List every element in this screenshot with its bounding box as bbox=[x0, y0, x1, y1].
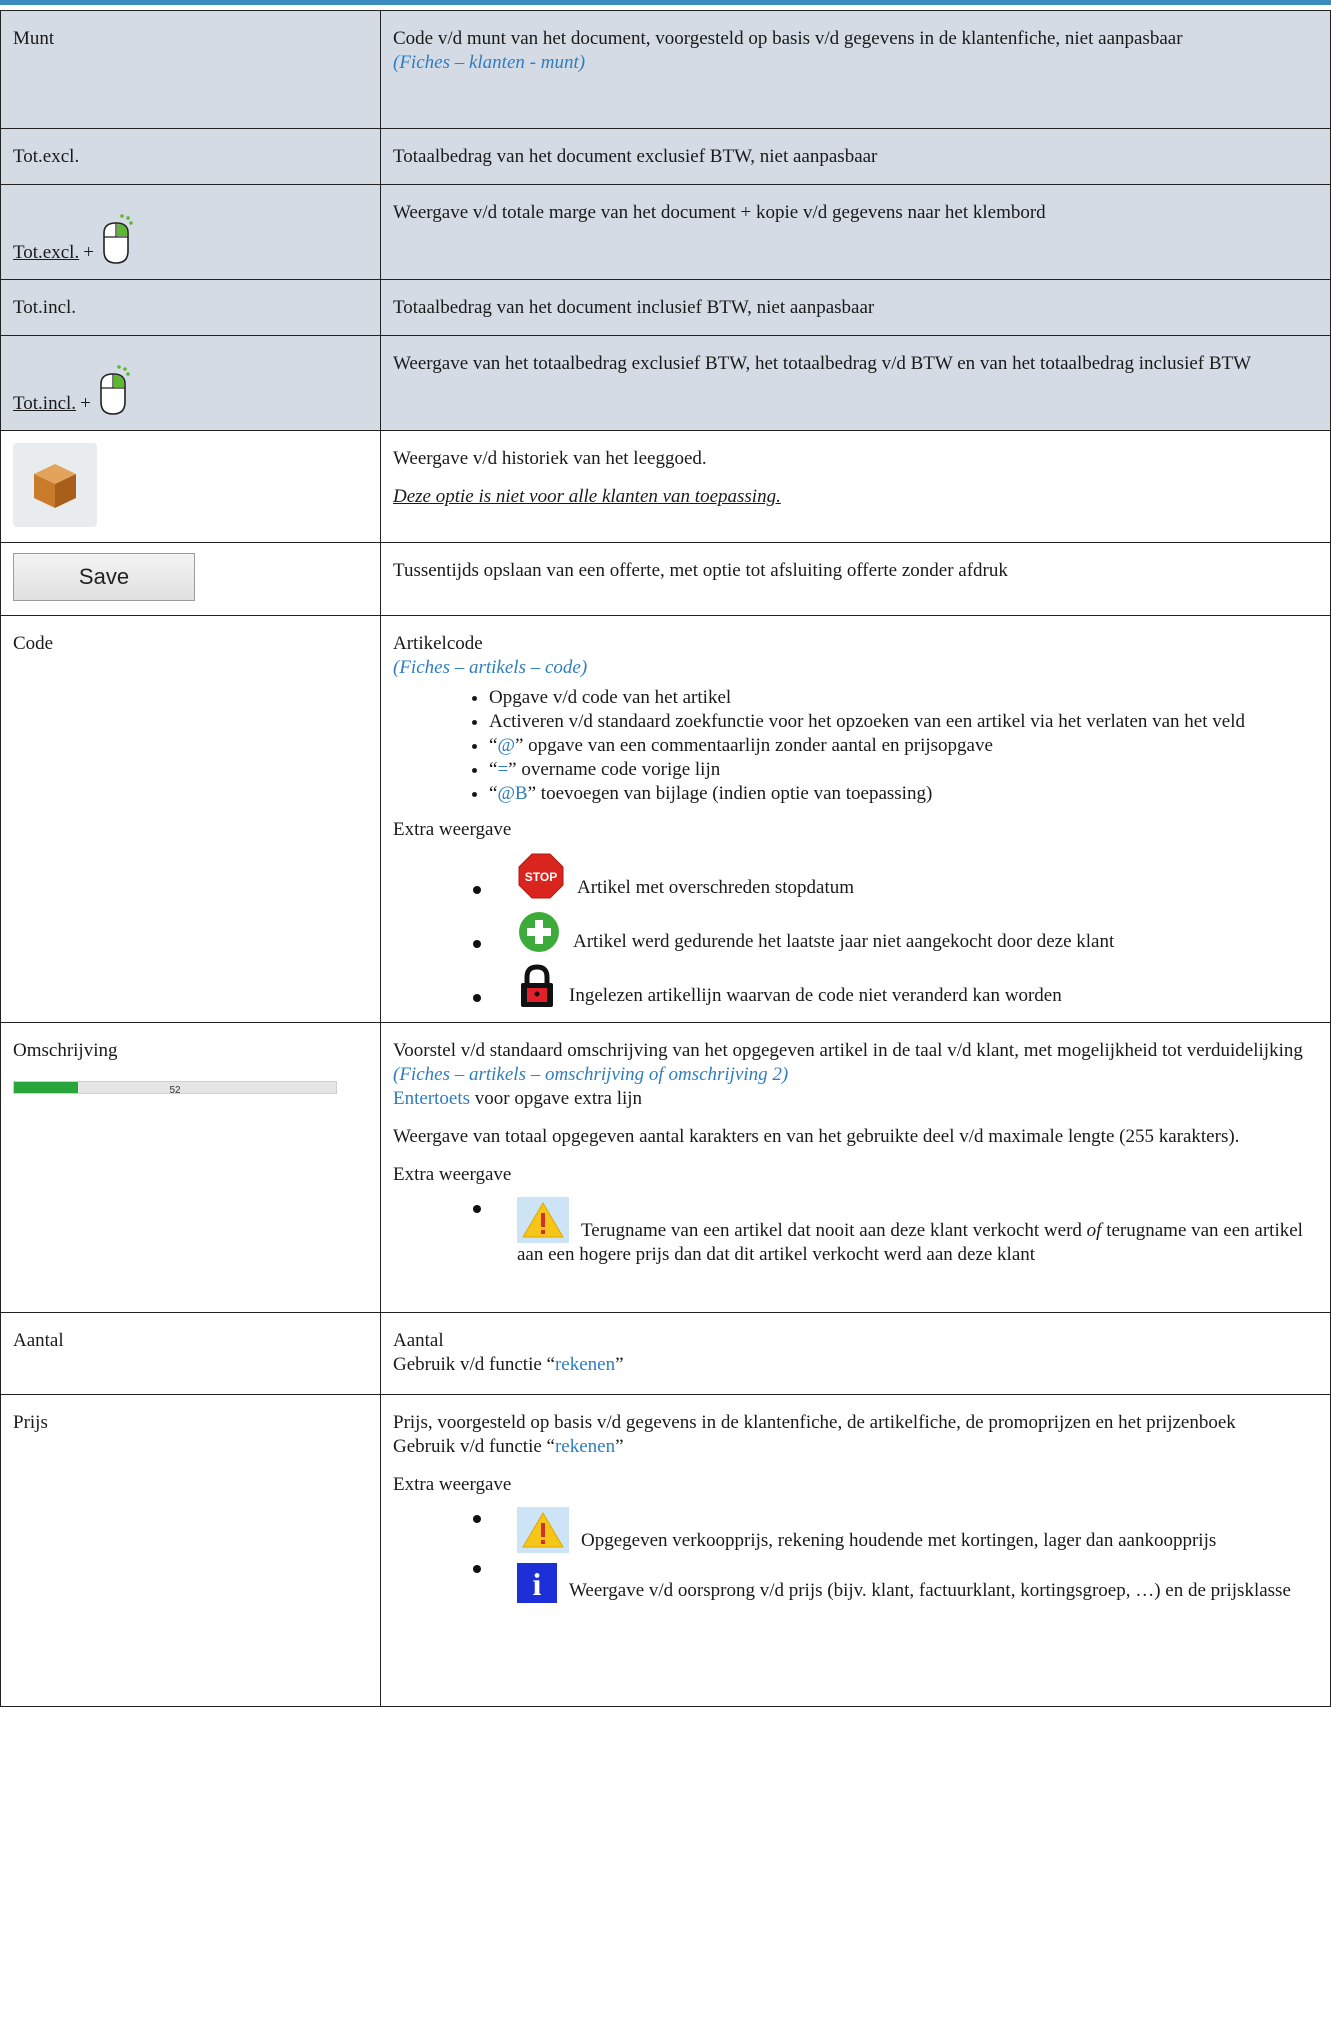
prijs-extra-list: Opgegeven verkoopprijs, rekening houdend… bbox=[393, 1507, 1312, 1603]
reference-text: (Fiches – artikels – omschrijving of oms… bbox=[393, 1064, 789, 1085]
field-label: Tot.incl. + bbox=[0, 335, 381, 431]
green-plus-icon bbox=[519, 912, 559, 952]
description-text: Aantal bbox=[393, 1330, 444, 1351]
omschrijving-extra-list: Terugname van een artikel dat nooit aan … bbox=[393, 1197, 1312, 1267]
row-munt: Munt Code v/d munt van het document, voo… bbox=[0, 10, 1331, 129]
row-prijs: Prijs Prijs, voorgesteld op basis v/d ge… bbox=[0, 1394, 1331, 1707]
field-label: Omschrijving 52 bbox=[0, 1022, 381, 1313]
description-title: Artikelcode bbox=[393, 633, 483, 654]
list-item: Ingelezen artikellijn waarvan de code ni… bbox=[473, 964, 1312, 1008]
field-description: Artikelcode (Fiches – artikels – code) O… bbox=[380, 615, 1331, 1023]
field-label: Prijs bbox=[0, 1394, 381, 1707]
field-label: Tot.incl. bbox=[0, 279, 381, 336]
svg-text:i: i bbox=[533, 1566, 542, 1602]
list-item: Activeren v/d standaard zoekfunctie voor… bbox=[489, 710, 1312, 734]
row-code: Code Artikelcode (Fiches – artikels – co… bbox=[0, 615, 1331, 1023]
list-item: Artikel werd gedurende het laatste jaar … bbox=[473, 910, 1312, 954]
field-label bbox=[0, 430, 381, 543]
list-item: Terugname van een artikel dat nooit aan … bbox=[473, 1197, 1312, 1267]
field-description: Code v/d munt van het document, voorgest… bbox=[380, 10, 1331, 129]
field-description: Tussentijds opslaan van een offerte, met… bbox=[380, 542, 1331, 616]
box-icon[interactable] bbox=[13, 443, 97, 527]
row-aantal: Aantal Aantal Gebruik v/d functie “reken… bbox=[0, 1312, 1331, 1395]
top-rule bbox=[0, 0, 1331, 5]
extra-label: Extra weergave bbox=[393, 1164, 512, 1185]
field-description: Weergave v/d historiek van het leeggoed.… bbox=[380, 430, 1331, 543]
list-item: Opgave v/d code van het artikel bbox=[489, 686, 1312, 710]
extra-label: Extra weergave bbox=[393, 819, 512, 840]
field-description-table: Munt Code v/d munt van het document, voo… bbox=[0, 10, 1331, 1707]
field-description: Voorstel v/d standaard omschrijving van … bbox=[380, 1022, 1331, 1313]
row-save: Save Tussentijds opslaan van een offerte… bbox=[0, 542, 1331, 616]
code-bullet-list: Opgave v/d code van het artikel Activere… bbox=[393, 686, 1312, 806]
warning-icon bbox=[517, 1197, 569, 1243]
field-description: Totaalbedrag van het document inclusief … bbox=[380, 279, 1331, 336]
character-count-bar: 52 bbox=[13, 1081, 337, 1096]
description-text: Weergave v/d historiek van het leeggoed. bbox=[393, 448, 707, 469]
list-item: STOP Artikel met overschreden stopdatum bbox=[473, 852, 1312, 900]
red-lock-icon bbox=[521, 964, 553, 1007]
mouse-right-click-icon bbox=[103, 214, 133, 264]
field-label: Munt bbox=[0, 10, 381, 129]
save-button[interactable]: Save bbox=[13, 553, 195, 601]
field-description: Aantal Gebruik v/d functie “rekenen” bbox=[380, 1312, 1331, 1395]
reference-text: (Fiches – artikels – code) bbox=[393, 657, 588, 678]
stop-sign-icon: STOP bbox=[518, 853, 564, 899]
note-text: Deze optie is niet voor alle klanten van… bbox=[393, 486, 781, 507]
plus-sign: + bbox=[83, 242, 94, 263]
list-item: “@B” toevoegen van bijlage (indien optie… bbox=[489, 782, 1312, 806]
field-label: Save bbox=[0, 542, 381, 616]
warning-icon bbox=[517, 1507, 569, 1553]
info-icon: i bbox=[517, 1563, 557, 1603]
row-tot-incl-click: Tot.incl. + Weergave van het totaalbedra… bbox=[0, 335, 1331, 431]
mouse-right-click-icon bbox=[99, 365, 130, 415]
tot-excl-link[interactable]: Tot.excl. bbox=[13, 241, 79, 265]
field-description: Totaalbedrag van het document exclusief … bbox=[380, 128, 1331, 185]
rekenen-link[interactable]: rekenen bbox=[555, 1436, 615, 1457]
field-label: Tot.excl. bbox=[0, 128, 381, 185]
plus-sign: + bbox=[80, 393, 91, 414]
field-description: Prijs, voorgesteld op basis v/d gegevens… bbox=[380, 1394, 1331, 1707]
row-leeggoed: Weergave v/d historiek van het leeggoed.… bbox=[0, 430, 1331, 543]
reference-text: (Fiches – klanten - munt) bbox=[393, 52, 586, 73]
field-label: Aantal bbox=[0, 1312, 381, 1395]
extra-label: Extra weergave bbox=[393, 1474, 512, 1495]
field-description: Weergave v/d totale marge van het docume… bbox=[380, 184, 1331, 280]
list-item: “=” overname code vorige lijn bbox=[489, 758, 1312, 782]
row-tot-excl-click: Tot.excl. + Weergave v/d totale marge va… bbox=[0, 184, 1331, 280]
list-item: i Weergave v/d oorsprong v/d prijs (bijv… bbox=[473, 1563, 1312, 1603]
character-count: 52 bbox=[169, 1085, 181, 1096]
entertoets-link[interactable]: Entertoets bbox=[393, 1088, 470, 1109]
list-item: “@” opgave van een commentaarlijn zonder… bbox=[489, 734, 1312, 758]
field-description: Weergave van het totaalbedrag exclusief … bbox=[380, 335, 1331, 431]
svg-text:STOP: STOP bbox=[525, 870, 557, 884]
row-tot-incl: Tot.incl. Totaalbedrag van het document … bbox=[0, 279, 1331, 336]
list-item: Opgegeven verkoopprijs, rekening houdend… bbox=[473, 1507, 1312, 1553]
code-extra-list: STOP Artikel met overschreden stopdatum … bbox=[393, 852, 1312, 1008]
info-text: Weergave van totaal opgegeven aantal kar… bbox=[393, 1126, 1240, 1147]
row-omschrijving: Omschrijving 52 Voorstel v/d standaard o… bbox=[0, 1022, 1331, 1313]
description-text: Prijs, voorgesteld op basis v/d gegevens… bbox=[393, 1412, 1236, 1433]
field-label: Tot.excl. + bbox=[0, 184, 381, 280]
description-text: Code v/d munt van het document, voorgest… bbox=[393, 28, 1183, 49]
row-tot-excl: Tot.excl. Totaalbedrag van het document … bbox=[0, 128, 1331, 185]
rekenen-link[interactable]: rekenen bbox=[555, 1354, 615, 1375]
field-label: Code bbox=[0, 615, 381, 1023]
description-text: Voorstel v/d standaard omschrijving van … bbox=[393, 1040, 1303, 1061]
tot-incl-link[interactable]: Tot.incl. bbox=[13, 392, 76, 416]
